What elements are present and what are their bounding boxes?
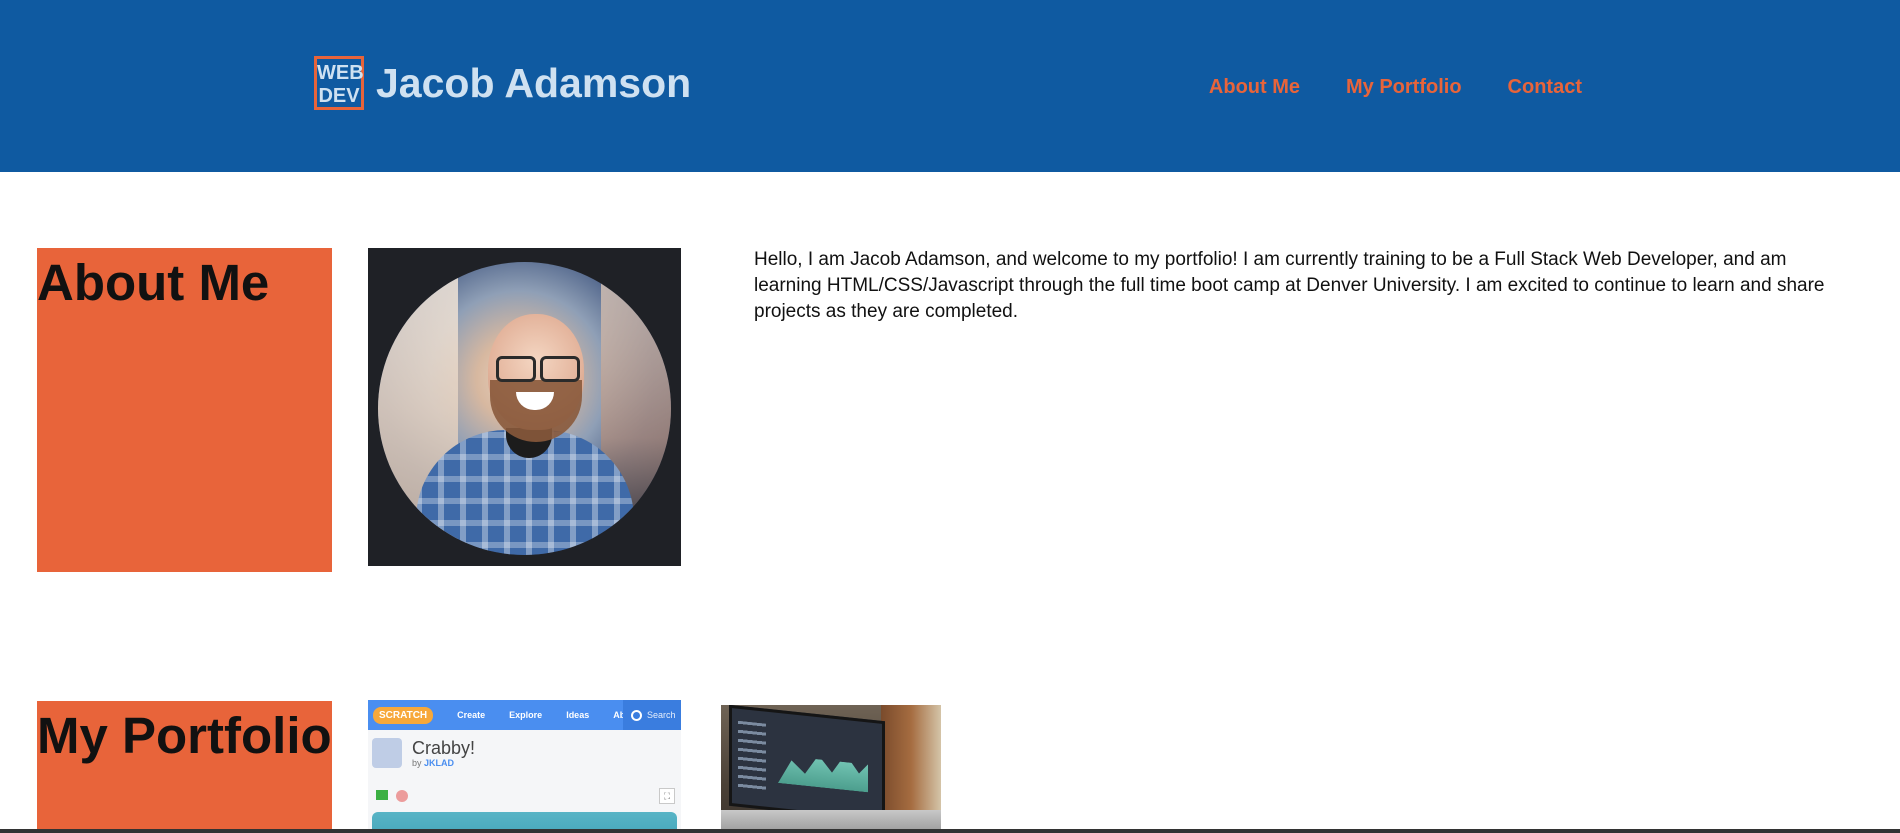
- my-portfolio-heading-block: My Portfolio: [37, 701, 332, 833]
- scratch-search-placeholder: Search: [647, 710, 676, 720]
- nav-link-contact[interactable]: Contact: [1508, 76, 1582, 99]
- laptop-screen: [729, 705, 885, 823]
- page: WEB DEV Jacob Adamson About Me My Portfo…: [0, 0, 1900, 833]
- my-portfolio-heading: My Portfolio: [37, 707, 332, 764]
- brand[interactable]: WEB DEV Jacob Adamson: [314, 56, 691, 110]
- fullscreen-icon: ⛶: [659, 788, 675, 804]
- nav-link-about-me[interactable]: About Me: [1209, 76, 1300, 99]
- site-header: WEB DEV Jacob Adamson About Me My Portfo…: [0, 0, 1900, 172]
- scratch-project-title-text: Crabby! by JKLAD: [412, 738, 475, 768]
- site-name[interactable]: Jacob Adamson: [376, 56, 691, 110]
- main-nav: About Me My Portfolio Contact: [1209, 76, 1582, 99]
- about-me-text: Hello, I am Jacob Adamson, and welcome t…: [754, 249, 1825, 322]
- scratch-top-bar: SCRATCH Create Explore Ideas About Searc…: [368, 700, 681, 730]
- scratch-project-byline: by JKLAD: [412, 758, 475, 768]
- scratch-project-title-row: Crabby! by JKLAD: [372, 738, 475, 768]
- green-flag-icon: [376, 790, 388, 800]
- scratch-byline-prefix: by: [412, 758, 422, 768]
- search-icon: [631, 709, 642, 721]
- web-dev-logo[interactable]: WEB DEV: [314, 56, 364, 110]
- logo-line-2: DEV: [318, 85, 360, 107]
- photo-glasses-right: [540, 356, 580, 382]
- scratch-logo: SCRATCH: [373, 706, 434, 724]
- profile-photo-frame: [368, 248, 681, 566]
- profile-photo: [378, 262, 671, 555]
- about-me-heading-block: About Me: [37, 248, 332, 572]
- scratch-project-title: Crabby!: [412, 738, 476, 758]
- scratch-menu-create: Create: [457, 710, 486, 720]
- laptop-dashboard-chart: [778, 743, 868, 792]
- scratch-search: Search: [623, 700, 681, 730]
- photo-window-background: [881, 705, 941, 810]
- nav-link-my-portfolio[interactable]: My Portfolio: [1346, 76, 1462, 99]
- bottom-edge-rule: [0, 829, 1900, 833]
- scratch-project-thumbnail: [372, 738, 402, 768]
- project-card-scratch[interactable]: SCRATCH Create Explore Ideas About Searc…: [368, 700, 681, 833]
- photo-glasses-left: [496, 356, 536, 382]
- scratch-menu-ideas: Ideas: [566, 710, 590, 720]
- scratch-menu-explore: Explore: [509, 710, 543, 720]
- scratch-author: JKLAD: [424, 758, 455, 768]
- laptop-dashboard-sidebar: [738, 720, 766, 794]
- project-card-dashboard[interactable]: [721, 705, 941, 833]
- about-me-heading: About Me: [37, 254, 270, 311]
- stop-icon: [396, 790, 408, 802]
- logo-line-1: WEB: [317, 62, 364, 84]
